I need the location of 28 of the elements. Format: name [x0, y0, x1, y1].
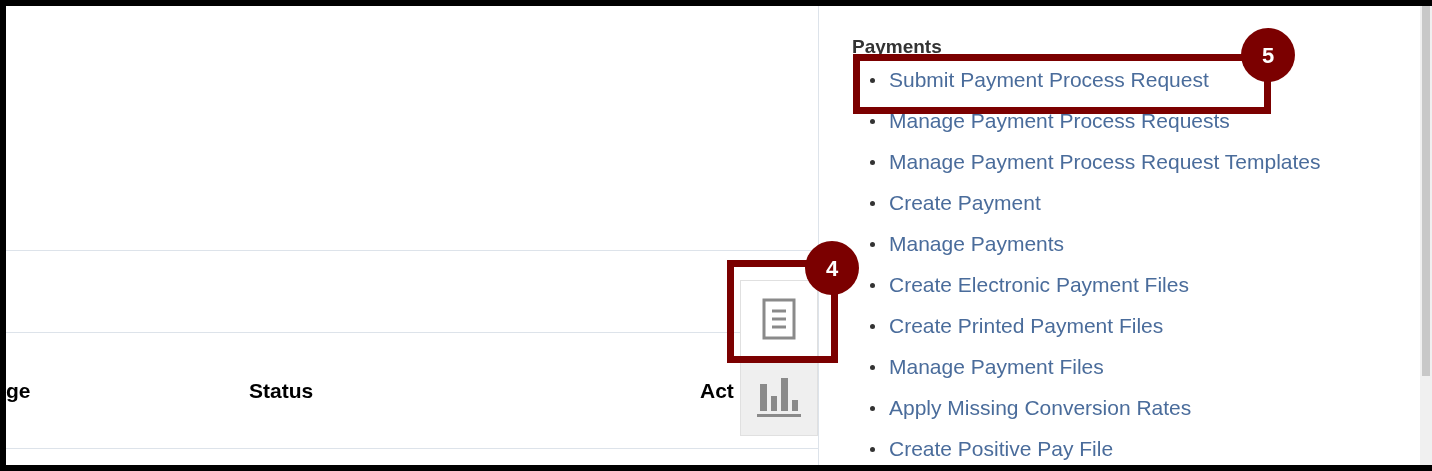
bullet-icon	[870, 159, 875, 165]
payment-link[interactable]: Submit Payment Process Request	[889, 64, 1209, 96]
document-icon	[762, 298, 796, 340]
bullet-icon	[870, 446, 875, 452]
payment-link[interactable]: Manage Payment Process Requests	[889, 105, 1230, 137]
scrollbar-thumb[interactable]	[1422, 6, 1430, 376]
bullet-icon	[870, 241, 875, 247]
bullet-icon	[870, 282, 875, 288]
column-header: Act	[700, 378, 734, 404]
payment-link[interactable]: Manage Payment Process Request Templates	[889, 146, 1321, 178]
payment-link[interactable]: Create Printed Payment Files	[889, 310, 1164, 342]
payment-link[interactable]: Apply Missing Conversion Rates	[889, 392, 1192, 424]
payment-link[interactable]: Manage Payment Files	[889, 351, 1104, 383]
bar-chart-icon	[756, 376, 802, 418]
bullet-icon	[870, 323, 875, 329]
bullet-icon	[870, 200, 875, 206]
column-header: Status	[249, 378, 314, 404]
bullet-icon	[870, 405, 875, 411]
payment-link[interactable]: Create Payment	[889, 187, 1041, 219]
payment-link[interactable]: Create Positive Pay File	[889, 433, 1114, 465]
payment-link[interactable]: Manage Payments	[889, 228, 1065, 260]
scrollbar[interactable]	[1420, 6, 1432, 465]
payment-link[interactable]: Create Electronic Payment Files	[889, 269, 1189, 301]
bullet-icon	[870, 118, 875, 124]
bullet-icon	[870, 77, 875, 83]
column-header: ge	[6, 378, 31, 404]
bullet-icon	[870, 364, 875, 370]
section-heading: Payments	[852, 35, 942, 59]
